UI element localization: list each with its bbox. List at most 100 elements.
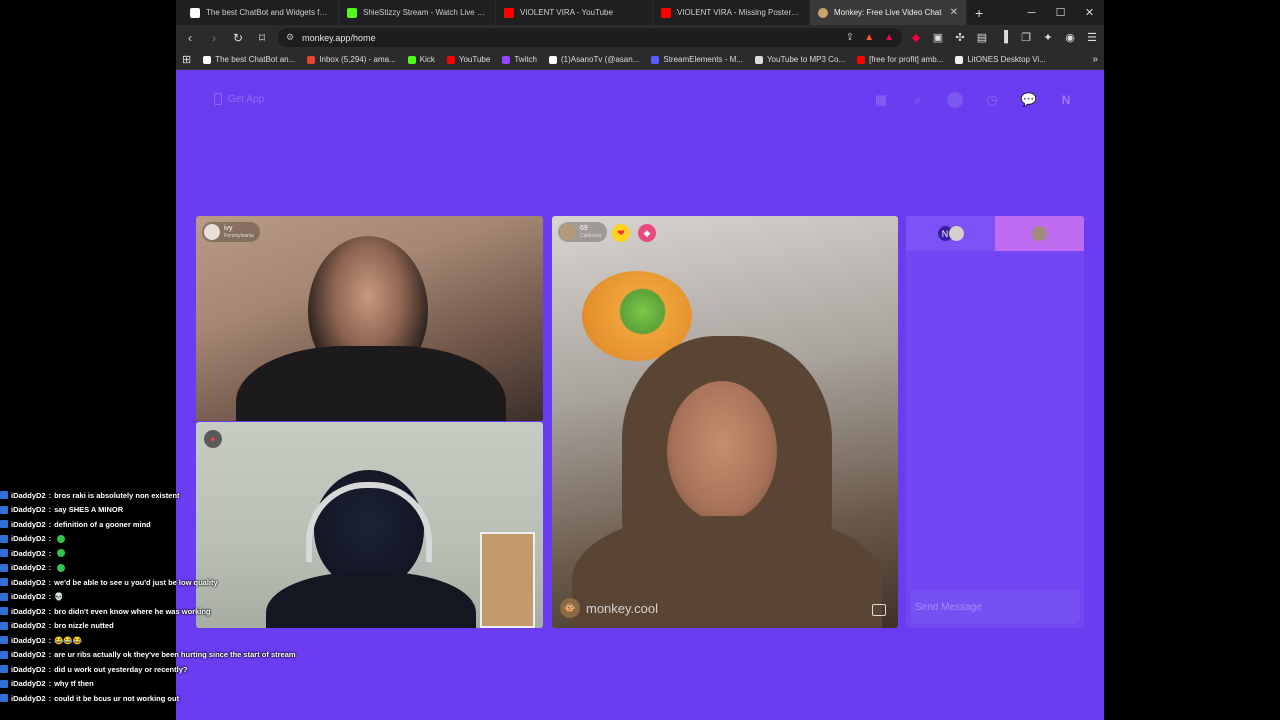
tab-kick[interactable]: ShieStizzy Stream - Watch Live on Ki	[339, 0, 496, 25]
media-icon[interactable]: ▤	[976, 31, 988, 44]
history-icon[interactable]: ◷	[984, 92, 1000, 108]
tab-monkey[interactable]: Monkey: Free Live Video Chat ✕	[810, 0, 967, 25]
chat-text: did u work out yesterday or recently?	[54, 664, 188, 674]
close-window-icon[interactable]: ✕	[1075, 0, 1104, 25]
bookmarks-bar: ⊞ The best ChatBot an... Inbox (5,294) -…	[176, 50, 1104, 70]
monkey-page: Get App ▦ ⌕ ◷ 💬 N ivy Pennsylvania ● 69 …	[176, 70, 1104, 720]
converter-icon	[754, 55, 763, 64]
cardboard-box	[480, 532, 535, 628]
chat-message: iDaddyD2: bro didn't even know where he w…	[0, 604, 300, 619]
get-app-button[interactable]: Get App	[214, 93, 264, 105]
tab-youtube-2[interactable]: VIOLENT VIRA - Missing Posters (Offi	[653, 0, 810, 25]
copy-icon[interactable]: ❐	[1020, 31, 1032, 44]
puzzle-icon[interactable]: ✣	[954, 31, 966, 44]
chat-tab-self[interactable]: N	[906, 216, 995, 251]
chat-badge-icon	[0, 650, 8, 659]
bookmark-item[interactable]: StreamElements - M...	[651, 55, 743, 64]
chat-badge-icon	[0, 505, 8, 514]
sidebar-icon[interactable]: ▐	[998, 31, 1010, 44]
bookmark-item[interactable]: LitONES Desktop Vi...	[955, 55, 1046, 64]
bookmark-item[interactable]: Twitch	[502, 55, 537, 64]
close-tab-icon[interactable]: ✕	[950, 7, 958, 18]
minimize-icon[interactable]: ─	[1017, 0, 1046, 25]
bookmark-item[interactable]: Inbox (5,294) - ama...	[307, 55, 396, 64]
chat-username: iDaddyD2	[11, 534, 46, 544]
chat-badge-icon	[0, 621, 8, 630]
chat-username: iDaddyD2	[11, 635, 46, 645]
chat-username: iDaddyD2	[11, 577, 46, 587]
bookmark-item[interactable]: Kick	[407, 55, 435, 64]
url-actions: ⇪ ▲ ▲	[846, 32, 894, 43]
user-badge: ivy Pennsylvania	[202, 222, 260, 242]
tab-youtube-1[interactable]: VIOLENT VIRA - YouTube	[496, 0, 653, 25]
messages-icon[interactable]: 💬	[1021, 92, 1037, 108]
chat-badge-icon	[0, 491, 8, 500]
chatbot-icon	[190, 7, 200, 18]
address-bar: ‹ › ↻ ⌑ ⚙ monkey.app/home ⇪ ▲ ▲ ◆ ▣ ✣ ▤ …	[176, 25, 1104, 50]
chat-badge-icon	[0, 607, 8, 616]
send-message-placeholder: Send Message	[915, 601, 982, 613]
bookmark-label: Kick	[419, 55, 435, 64]
maximize-icon[interactable]: ☐	[1046, 0, 1075, 25]
chat-badge-icon	[0, 563, 8, 572]
chat-text: why tf then	[54, 679, 94, 689]
more-bookmarks-icon[interactable]: »	[1092, 54, 1098, 65]
new-tab-button[interactable]: +	[967, 0, 991, 25]
bookmark-icon[interactable]: ⌑	[254, 31, 270, 45]
back-icon[interactable]: ‹	[182, 31, 198, 45]
bookmark-label: YouTube	[458, 55, 491, 64]
chat-message: iDaddyD2: why tf then	[0, 677, 300, 692]
user-name: ivy	[224, 225, 233, 232]
chat-text: bro didn't even know where he was workin…	[54, 606, 211, 616]
vpn-icon[interactable]: ◉	[1064, 31, 1076, 44]
chat-message: iDaddyD2: 💀	[0, 590, 300, 605]
chat-badge-icon	[0, 549, 8, 558]
chat-text: definition of a gooner mind	[54, 519, 151, 529]
chat-separator: :	[48, 635, 52, 645]
leo-icon[interactable]: ✦	[1042, 31, 1054, 44]
bookmark-label: Twitch	[514, 55, 537, 64]
tab-title: VIOLENT VIRA - YouTube	[520, 8, 613, 17]
send-message-input[interactable]: Send Message	[910, 590, 1080, 624]
chat-message: iDaddyD2: are ur ribs actually ok they've…	[0, 648, 300, 663]
rewards-icon[interactable]: ▲	[884, 32, 894, 43]
menu-icon[interactable]: ☰	[1086, 31, 1098, 44]
url-field[interactable]: ⚙ monkey.app/home ⇪ ▲ ▲	[278, 28, 902, 47]
bookmark-label: LitONES Desktop Vi...	[967, 55, 1046, 64]
chat-username: iDaddyD2	[11, 519, 46, 529]
apps-grid-icon[interactable]: ⊞	[182, 53, 191, 66]
reload-icon[interactable]: ↻	[230, 31, 246, 45]
extension-icon[interactable]: ◆	[910, 31, 922, 44]
chat-message: iDaddyD2: could it be bcus ur not working…	[0, 691, 300, 706]
chat-tab-partner[interactable]	[995, 216, 1084, 251]
bookmark-item[interactable]: (1)AsanoTv (@asan...	[548, 55, 639, 64]
chat-username: iDaddyD2	[11, 490, 46, 500]
person-body	[236, 346, 506, 421]
tab-chatbot[interactable]: The best ChatBot and Widgets for Ki	[182, 0, 339, 25]
chat-separator: :	[48, 563, 52, 573]
litones-icon	[955, 55, 964, 64]
site-info-icon[interactable]: ⚙	[286, 32, 294, 43]
share-icon[interactable]: ⇪	[846, 32, 854, 43]
chat-message: iDaddyD2: say SHES A MINOR	[0, 503, 300, 518]
bookmark-item[interactable]: YouTube to MP3 Co...	[754, 55, 845, 64]
user-location: California	[580, 233, 602, 239]
avatar-icon[interactable]	[947, 92, 963, 108]
get-app-label: Get App	[228, 93, 265, 105]
wallet-icon[interactable]: ▣	[932, 31, 944, 44]
search-icon[interactable]: ⌕	[910, 92, 926, 108]
shop-icon[interactable]: ▦	[873, 92, 889, 108]
forward-icon[interactable]: ›	[206, 31, 222, 45]
bookmark-item[interactable]: The best ChatBot an...	[203, 55, 295, 64]
chat-text: say SHES A MINOR	[54, 505, 124, 515]
bookmark-item[interactable]: YouTube	[446, 55, 491, 64]
heart-eyes-icon: ❤	[612, 224, 630, 242]
chatbot-icon	[203, 55, 212, 64]
brave-shield-icon[interactable]: ▲	[864, 32, 874, 43]
chat-text: are ur ribs actually ok they've been hur…	[54, 650, 296, 660]
report-icon[interactable]	[872, 604, 886, 616]
tab-title: ShieStizzy Stream - Watch Live on Ki	[363, 8, 487, 17]
profile-initial[interactable]: N	[1058, 92, 1074, 108]
bookmark-item[interactable]: [free for profit] amb...	[857, 55, 943, 64]
chat-username: iDaddyD2	[11, 679, 46, 689]
